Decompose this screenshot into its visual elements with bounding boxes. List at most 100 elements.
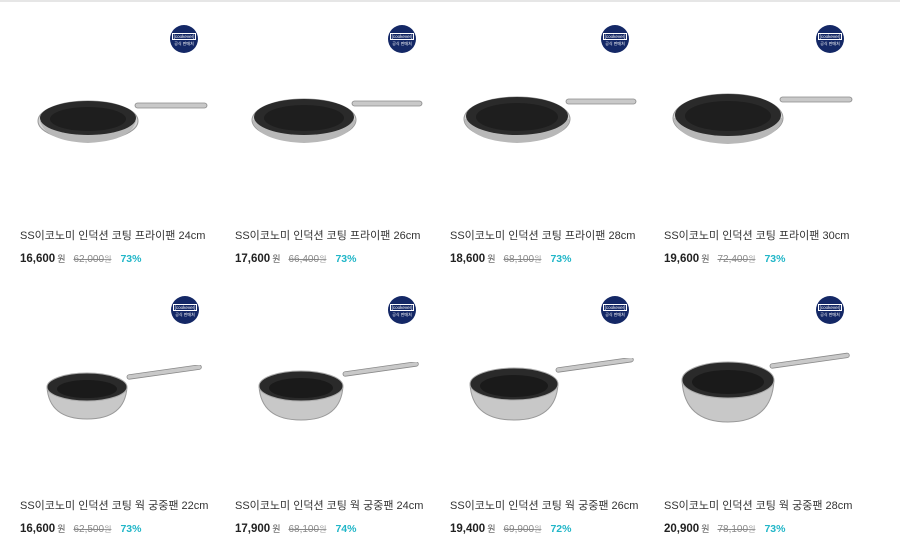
currency: 원 — [272, 254, 281, 264]
sale-price: 16,600 — [20, 253, 56, 265]
frying-pan-icon — [672, 93, 853, 144]
badge-sub: 공식 판매처 — [820, 311, 840, 317]
price-row: 17,900 원 68,100 원 74% — [235, 522, 356, 535]
product-name[interactable]: SS이코노미 인덕션 코팅 프라이팬 30cm — [664, 227, 849, 243]
product-card[interactable]: [cookever] 공식 판매처 SS이코노미 인덕션 코팅 프라이팬 30c… — [664, 0, 864, 265]
price-row: 20,900 원 78,100 원 73% — [664, 522, 785, 535]
official-seller-badge-icon: [cookever] 공식 판매처 — [601, 25, 629, 53]
original-price: 78,100 — [717, 524, 749, 535]
frying-pan-icon — [37, 100, 208, 143]
discount-rate: 72% — [550, 523, 572, 535]
badge-sub: 공식 판매처 — [174, 40, 194, 46]
product-card[interactable]: [cookever] 공식 판매처 SS이코노미 인덕션 코팅 프라이팬 26c… — [235, 0, 435, 265]
product-card[interactable]: [cookever] 공식 판매처 SS이코노미 인덕션 코팅 웍 궁중팬 22… — [20, 270, 220, 535]
official-seller-badge-icon: [cookever] 공식 판매처 — [388, 25, 416, 53]
badge-sub: 공식 판매처 — [605, 40, 625, 46]
product-grid: [cookever] 공식 판매처 SS이코노미 인덕션 코팅 프라이팬 24c… — [0, 0, 900, 556]
product-name[interactable]: SS이코노미 인덕션 코팅 웍 궁중팬 24cm — [235, 497, 423, 513]
product-name[interactable]: SS이코노미 인덕션 코팅 프라이팬 28cm — [450, 227, 635, 243]
discount-rate: 73% — [120, 523, 142, 535]
frying-pan-icon — [251, 98, 423, 143]
original-price: 68,100 — [503, 254, 535, 265]
currency: 원 — [272, 524, 281, 534]
original-price: 62,000 — [73, 254, 105, 265]
wok-icon — [469, 358, 634, 421]
product-card[interactable]: [cookever] 공식 판매처 SS이코노미 인덕션 코팅 웍 궁중팬 28… — [664, 270, 864, 535]
price-row: 16,600 원 62,500 원 73% — [20, 522, 141, 535]
product-name[interactable]: SS이코노미 인덕션 코팅 웍 궁중팬 28cm — [664, 497, 852, 513]
price-row: 19,400 원 69,900 원 72% — [450, 522, 571, 535]
original-price: 69,900 — [503, 524, 535, 535]
discount-rate: 73% — [764, 253, 786, 265]
badge-brand: [cookever] — [602, 32, 628, 40]
original-price: 62,500 — [73, 524, 105, 535]
wok-icon — [681, 352, 850, 423]
badge-sub: 공식 판매처 — [392, 40, 412, 46]
currency: 원 — [57, 254, 66, 264]
original-currency: 원 — [748, 525, 756, 534]
currency: 원 — [701, 254, 710, 264]
original-currency: 원 — [104, 525, 112, 534]
official-seller-badge-icon: [cookever] 공식 판매처 — [816, 25, 844, 53]
original-currency: 원 — [319, 525, 327, 534]
sale-price: 16,600 — [20, 523, 56, 535]
discount-rate: 74% — [335, 523, 357, 535]
frying-pan-icon — [463, 96, 637, 143]
currency: 원 — [701, 524, 710, 534]
currency: 원 — [57, 524, 66, 534]
official-seller-badge-icon: [cookever] 공식 판매처 — [601, 296, 629, 324]
badge-brand: [cookever] — [602, 303, 628, 311]
wok-icon — [46, 365, 202, 420]
original-currency: 원 — [104, 255, 112, 264]
product-card[interactable]: [cookever] 공식 판매처 SS이코노미 인덕션 코팅 웍 궁중팬 24… — [235, 270, 435, 535]
sale-price: 18,600 — [450, 253, 486, 265]
discount-rate: 73% — [764, 523, 786, 535]
badge-brand: [cookever] — [389, 303, 415, 311]
official-seller-badge-icon: [cookever] 공식 판매처 — [171, 296, 199, 324]
currency: 원 — [487, 524, 496, 534]
product-image[interactable]: [cookever] 공식 판매처 — [235, 0, 435, 190]
badge-sub: 공식 판매처 — [392, 311, 412, 317]
discount-rate: 73% — [120, 253, 142, 265]
product-image[interactable]: [cookever] 공식 판매처 — [20, 0, 220, 190]
badge-brand: [cookever] — [817, 303, 843, 311]
badge-sub: 공식 판매처 — [605, 311, 625, 317]
original-currency: 원 — [319, 255, 327, 264]
sale-price: 17,600 — [235, 253, 271, 265]
sale-price: 20,900 — [664, 523, 700, 535]
product-name[interactable]: SS이코노미 인덕션 코팅 프라이팬 26cm — [235, 227, 420, 243]
product-name[interactable]: SS이코노미 인덕션 코팅 웍 궁중팬 22cm — [20, 497, 208, 513]
original-price: 68,100 — [288, 524, 320, 535]
product-image[interactable]: [cookever] 공식 판매처 — [20, 270, 220, 460]
price-row: 19,600 원 72,400 원 73% — [664, 252, 785, 265]
badge-sub: 공식 판매처 — [175, 311, 195, 317]
badge-sub: 공식 판매처 — [820, 40, 840, 46]
original-price: 66,400 — [288, 254, 320, 265]
product-image[interactable]: [cookever] 공식 판매처 — [664, 270, 864, 460]
price-row: 16,600 원 62,000 원 73% — [20, 252, 141, 265]
original-price: 72,400 — [717, 254, 749, 265]
product-image[interactable]: [cookever] 공식 판매처 — [235, 270, 435, 460]
product-name[interactable]: SS이코노미 인덕션 코팅 웍 궁중팬 26cm — [450, 497, 638, 513]
product-card[interactable]: [cookever] 공식 판매처 SS이코노미 인덕션 코팅 프라이팬 28c… — [450, 0, 650, 265]
sale-price: 19,600 — [664, 253, 700, 265]
price-row: 18,600 원 68,100 원 73% — [450, 252, 571, 265]
original-currency: 원 — [748, 255, 756, 264]
product-image[interactable]: [cookever] 공식 판매처 — [450, 0, 650, 190]
original-currency: 원 — [534, 525, 542, 534]
product-image[interactable]: [cookever] 공식 판매처 — [664, 0, 864, 190]
badge-brand: [cookever] — [171, 32, 197, 40]
badge-brand: [cookever] — [817, 32, 843, 40]
sale-price: 19,400 — [450, 523, 486, 535]
product-image[interactable]: [cookever] 공식 판매처 — [450, 270, 650, 460]
wok-icon — [258, 362, 419, 421]
official-seller-badge-icon: [cookever] 공식 판매처 — [388, 296, 416, 324]
product-card[interactable]: [cookever] 공식 판매처 SS이코노미 인덕션 코팅 프라이팬 24c… — [20, 0, 220, 265]
product-card[interactable]: [cookever] 공식 판매처 SS이코노미 인덕션 코팅 웍 궁중팬 26… — [450, 270, 650, 535]
official-seller-badge-icon: [cookever] 공식 판매처 — [816, 296, 844, 324]
badge-brand: [cookever] — [389, 32, 415, 40]
official-seller-badge-icon: [cookever] 공식 판매처 — [170, 25, 198, 53]
product-name[interactable]: SS이코노미 인덕션 코팅 프라이팬 24cm — [20, 227, 205, 243]
price-row: 17,600 원 66,400 원 73% — [235, 252, 356, 265]
original-currency: 원 — [534, 255, 542, 264]
